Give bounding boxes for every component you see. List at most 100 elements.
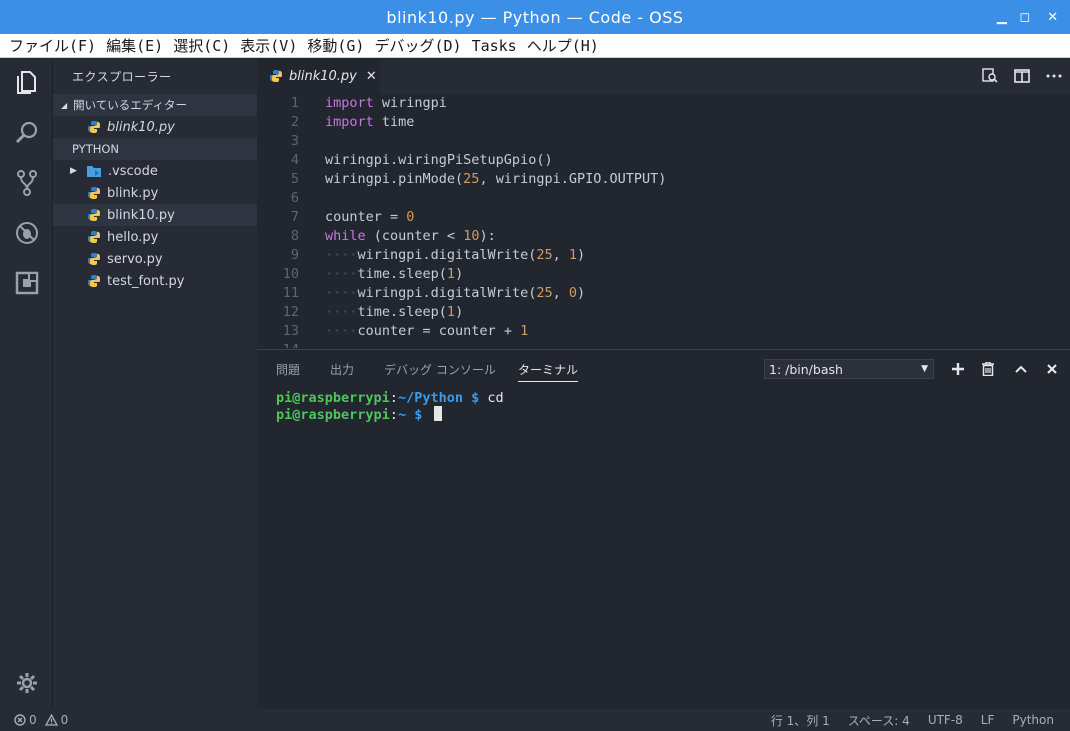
number-literal: 1 xyxy=(446,304,456,320)
tab-problems[interactable]: 問題 xyxy=(276,361,300,378)
code-editor[interactable]: 1 import wiringpi 2 import time 3 4 wiringp… xyxy=(257,94,1070,348)
terminal-select[interactable]: 1: /bin/bash ▼ xyxy=(764,359,934,379)
editor-tab-blink10[interactable]: blink10.py ✕ xyxy=(257,58,380,94)
file-tree-item-test-font[interactable]: test_font.py xyxy=(53,270,257,292)
menu-view[interactable]: 表示(V) xyxy=(235,35,302,56)
language-mode[interactable]: Python xyxy=(1012,713,1054,727)
new-terminal-icon[interactable] xyxy=(947,358,969,380)
extensions-icon[interactable] xyxy=(10,266,44,300)
prompt-symbol: $ xyxy=(406,407,431,423)
file-tree-label: servo.py xyxy=(107,251,163,267)
open-editors-header[interactable]: ◢ 開いているエディター xyxy=(53,94,257,116)
code-text: ): xyxy=(479,228,496,244)
line-number: 13 xyxy=(282,323,299,339)
line-number: 11 xyxy=(282,285,299,301)
menu-debug[interactable]: デバッグ(D) xyxy=(369,35,466,56)
terminal-command: cd xyxy=(487,390,504,406)
menu-selection[interactable]: 選択(C) xyxy=(168,35,235,56)
trash-icon[interactable] xyxy=(977,358,999,380)
debug-icon[interactable] xyxy=(10,216,44,250)
file-tree-item-servo[interactable]: servo.py xyxy=(53,248,257,270)
open-editor-label: blink10.py xyxy=(107,119,175,135)
source-control-icon[interactable] xyxy=(10,166,44,200)
expanded-icon: ◢ xyxy=(61,100,68,110)
open-changes-icon[interactable] xyxy=(974,58,1006,94)
python-file-icon xyxy=(88,209,100,221)
file-tree-item-blink[interactable]: blink.py xyxy=(53,182,257,204)
tab-debug-console[interactable]: デバッグ コンソール xyxy=(384,361,496,378)
prompt-path: ~/Python xyxy=(397,390,463,406)
more-actions-icon[interactable] xyxy=(1038,58,1070,94)
menu-edit[interactable]: 編集(E) xyxy=(101,35,168,56)
maximize-panel-icon[interactable] xyxy=(1010,358,1032,380)
line-number: 14 xyxy=(257,341,299,348)
terminal-output[interactable]: pi@raspberrypi:~/Python $ cd pi@raspberr… xyxy=(276,390,504,423)
code-text: ) xyxy=(455,304,464,320)
file-tree-item-blink10[interactable]: blink10.py xyxy=(53,204,257,226)
terminal-cursor xyxy=(434,406,443,421)
menu-help[interactable]: ヘルプ(H) xyxy=(522,35,604,56)
python-folder-header[interactable]: PYTHON xyxy=(53,138,257,160)
code-line: 4 wiringpi.wiringPiSetupGpio() xyxy=(257,151,1070,170)
tab-terminal[interactable]: ターミナル xyxy=(518,361,579,382)
prompt-path: ~ xyxy=(397,407,407,423)
menu-file[interactable]: ファイル(F) xyxy=(4,35,101,56)
file-tree-label: test_font.py xyxy=(107,273,185,289)
number-literal: 1 xyxy=(446,266,456,282)
python-file-icon xyxy=(88,253,100,265)
line-number: 4 xyxy=(290,152,299,168)
code-text: time.sleep( xyxy=(357,266,447,282)
line-number: 10 xyxy=(282,266,299,282)
cursor-position[interactable]: 行 1、列 1 xyxy=(771,712,830,729)
code-line: 13 ····counter = counter + 1 xyxy=(257,322,1070,341)
menu-go[interactable]: 移動(G) xyxy=(302,35,369,56)
number-literal: 25 xyxy=(536,285,553,301)
close-panel-icon[interactable] xyxy=(1041,358,1063,380)
close-window-button[interactable]: ✕ xyxy=(1038,0,1068,34)
maximize-button[interactable]: ◻ xyxy=(1010,0,1040,34)
status-bar: 0 0 行 1、列 1 スペース: 4 UTF-8 LF Python xyxy=(0,709,1070,731)
file-tree-label: hello.py xyxy=(107,229,159,245)
file-tree-item-hello[interactable]: hello.py xyxy=(53,226,257,248)
title-bar: blink10.py — Python — Code - OSS ▁ ◻ ✕ xyxy=(0,0,1070,34)
python-file-icon xyxy=(88,231,100,243)
bottom-panel: 問題 出力 デバッグ コンソール ターミナル 1: /bin/bash ▼ pi… xyxy=(257,349,1070,709)
prompt-user: pi@raspberrypi xyxy=(276,407,390,423)
problems-status[interactable]: 0 0 xyxy=(14,713,68,727)
number-literal: 1 xyxy=(520,323,529,339)
code-text: ) xyxy=(455,266,464,282)
open-editor-item[interactable]: blink10.py xyxy=(53,116,257,138)
panel-tabs: 問題 出力 デバッグ コンソール ターミナル 1: /bin/bash ▼ xyxy=(257,350,1070,386)
indentation-setting[interactable]: スペース: 4 xyxy=(848,712,910,729)
menu-tasks[interactable]: Tasks xyxy=(467,37,522,55)
code-line: 5 wiringpi.pinMode(25, wiringpi.GPIO.OUTP… xyxy=(257,170,1070,189)
dropdown-caret-icon: ▼ xyxy=(921,364,928,374)
python-file-icon xyxy=(88,187,100,199)
search-icon[interactable] xyxy=(10,116,44,150)
tab-output[interactable]: 出力 xyxy=(330,361,354,378)
python-file-icon xyxy=(88,121,100,133)
menu-bar: ファイル(F) 編集(E) 選択(C) 表示(V) 移動(G) デバッグ(D) … xyxy=(0,34,1070,58)
line-number: 6 xyxy=(290,190,299,206)
file-encoding[interactable]: UTF-8 xyxy=(928,713,963,727)
activity-bar xyxy=(0,58,53,709)
number-literal: 25 xyxy=(463,171,480,187)
window-title: blink10.py — Python — Code - OSS xyxy=(386,7,684,27)
split-editor-icon[interactable] xyxy=(1006,58,1038,94)
tab-close-icon[interactable]: ✕ xyxy=(366,69,377,84)
code-text: , xyxy=(552,285,569,301)
editor-actions xyxy=(974,58,1070,94)
code-line: 14 xyxy=(257,341,1070,348)
settings-gear-icon[interactable] xyxy=(10,666,44,700)
tab-label: blink10.py xyxy=(289,68,357,84)
number-literal: 1 xyxy=(568,247,577,263)
file-tree-item-vscode[interactable]: ▶ .vscode xyxy=(53,160,257,182)
status-right: 行 1、列 1 スペース: 4 UTF-8 LF Python xyxy=(753,712,1054,729)
line-number: 2 xyxy=(290,114,299,130)
line-number: 12 xyxy=(282,304,299,320)
editor-tab-bar: blink10.py ✕ xyxy=(257,58,1070,94)
end-of-line[interactable]: LF xyxy=(981,713,995,727)
files-icon[interactable] xyxy=(10,66,44,100)
line-number: 8 xyxy=(290,228,299,244)
code-text: wiringpi.digitalWrite( xyxy=(357,285,537,301)
